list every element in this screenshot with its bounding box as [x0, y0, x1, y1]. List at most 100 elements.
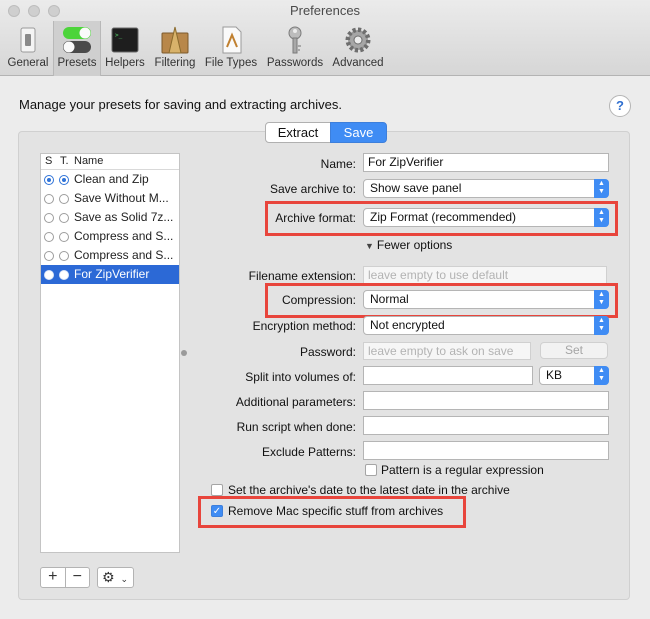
split-view-handle[interactable] [181, 350, 187, 356]
filename-extension-field[interactable]: leave empty to use default [363, 266, 607, 284]
terminal-icon: >_ [111, 27, 139, 53]
default-save-radio[interactable] [44, 194, 54, 204]
toolbar-label: File Types [204, 57, 258, 69]
disclosure-triangle-icon: ▼ [365, 241, 374, 251]
run-script-field[interactable] [363, 416, 609, 435]
add-remove-buttons: + − [40, 567, 90, 588]
archive-date-checkbox-label: Set the archive's date to the latest dat… [228, 483, 510, 497]
popup-arrows-icon: ▲ ▼ [594, 316, 609, 335]
save-to-popup[interactable]: Show save panel ▲ ▼ [363, 179, 609, 198]
list-item[interactable]: Compress and S... [41, 227, 179, 246]
default-save-radio[interactable] [44, 251, 54, 261]
regex-checkbox[interactable] [365, 464, 377, 476]
split-unit-popup[interactable]: KB ▲ ▼ [539, 366, 609, 385]
toolbar-item-helpers[interactable]: >_ Helpers [103, 22, 147, 74]
default-test-radio[interactable] [59, 194, 69, 204]
preset-name: Save as Solid 7z... [74, 210, 174, 224]
preset-name: Clean and Zip [74, 172, 149, 186]
remove-preset-button[interactable]: − [64, 568, 90, 587]
tab-extract[interactable]: Extract [265, 122, 331, 143]
key-icon [288, 26, 302, 54]
gear-icon: ⚙ [102, 569, 115, 585]
toolbar-item-filtering[interactable]: Filtering [151, 22, 199, 74]
split-volumes-label: Split into volumes of: [245, 370, 356, 384]
highlight-compression [265, 283, 618, 318]
preset-name: Save Without M... [74, 191, 169, 205]
default-test-radio[interactable] [59, 175, 69, 185]
highlight-remove-mac-stuff [198, 496, 466, 528]
default-test-radio[interactable] [59, 270, 69, 280]
default-test-radio[interactable] [59, 232, 69, 242]
encryption-method-label: Encryption method: [252, 319, 356, 333]
toggles-icon [63, 27, 91, 53]
broom-icon [161, 26, 189, 54]
encryption-method-popup[interactable]: Not encrypted ▲ ▼ [363, 316, 609, 335]
toolbar-label: General [7, 57, 49, 69]
toolbar-label: Presets [57, 57, 97, 69]
default-save-radio[interactable] [44, 232, 54, 242]
list-item[interactable]: Save Without M... [41, 189, 179, 208]
default-save-radio[interactable] [44, 175, 54, 185]
action-menu-button[interactable]: ⚙ ⌄ [97, 567, 134, 588]
toolbar-item-passwords[interactable]: Passwords [264, 22, 326, 74]
presets-list[interactable]: S T. Name Clean and Zip Save Without M..… [40, 153, 180, 553]
name-label: Name: [320, 157, 356, 171]
svg-text:>_: >_ [115, 32, 123, 39]
additional-parameters-label: Additional parameters: [235, 395, 356, 409]
preset-name: Compress and S... [74, 248, 174, 262]
preset-name: For ZipVerifier [74, 267, 150, 281]
filename-extension-label: Filename extension: [248, 269, 356, 283]
split-volumes-field[interactable] [363, 366, 533, 385]
column-header-s[interactable]: S [45, 155, 52, 167]
list-item-selected[interactable]: For ZipVerifier [41, 265, 179, 284]
archive-date-checkbox[interactable] [211, 484, 223, 496]
save-to-label: Save archive to: [269, 182, 356, 196]
toolbar-label: Filtering [154, 57, 196, 69]
save-to-value: Show save panel [370, 181, 462, 195]
password-field[interactable]: leave empty to ask on save [363, 342, 531, 360]
switch-icon [20, 27, 36, 53]
split-unit-value: KB [546, 368, 563, 382]
chevron-down-icon: ⌄ [120, 574, 128, 584]
column-header-name[interactable]: Name [74, 155, 103, 167]
tab-save[interactable]: Save [330, 122, 387, 143]
toolbar: Preferences General Presets >_ Helpers F… [0, 0, 650, 76]
password-label: Password: [299, 345, 356, 359]
column-header-t[interactable]: T. [60, 155, 69, 167]
list-item[interactable]: Clean and Zip [41, 170, 179, 189]
window-title: Preferences [289, 3, 361, 18]
toolbar-item-general[interactable]: General [5, 22, 51, 74]
page-description: Manage your presets for saving and extra… [19, 97, 343, 112]
toolbar-item-file-types[interactable]: File Types [203, 22, 259, 74]
toolbar-label: Advanced [332, 57, 384, 69]
regex-checkbox-label: Pattern is a regular expression [381, 463, 544, 477]
default-save-radio[interactable] [44, 270, 54, 280]
set-password-button[interactable]: Set [540, 342, 608, 359]
default-save-radio[interactable] [44, 213, 54, 223]
fewer-options-toggle[interactable]: ▼ Fewer options [365, 238, 452, 252]
toolbar-item-presets[interactable]: Presets [53, 21, 101, 76]
highlight-archive-format [265, 201, 618, 236]
list-item[interactable]: Save as Solid 7z... [41, 208, 179, 227]
exclude-patterns-field[interactable] [363, 441, 609, 460]
gear-icon [345, 27, 371, 53]
popup-arrows-icon: ▲ ▼ [594, 179, 609, 198]
toolbar-item-advanced[interactable]: Advanced [330, 22, 386, 74]
add-preset-button[interactable]: + [41, 568, 65, 587]
document-icon [222, 26, 242, 54]
toolbar-label: Helpers [105, 57, 145, 69]
preferences-window: Preferences General Presets >_ Helpers F… [0, 0, 650, 619]
popup-arrows-icon: ▲ ▼ [594, 366, 609, 385]
help-button[interactable]: ? [609, 95, 631, 117]
encryption-method-value: Not encrypted [370, 318, 445, 332]
fewer-options-label: Fewer options [376, 238, 453, 252]
preset-name: Compress and S... [74, 229, 174, 243]
run-script-label: Run script when done: [236, 420, 356, 434]
additional-parameters-field[interactable] [363, 391, 609, 410]
name-field[interactable]: For ZipVerifier [363, 153, 609, 172]
exclude-patterns-label: Exclude Patterns: [261, 445, 356, 459]
list-item[interactable]: Compress and S... [41, 246, 179, 265]
default-test-radio[interactable] [59, 213, 69, 223]
default-test-radio[interactable] [59, 251, 69, 261]
toolbar-label: Passwords [266, 57, 324, 69]
